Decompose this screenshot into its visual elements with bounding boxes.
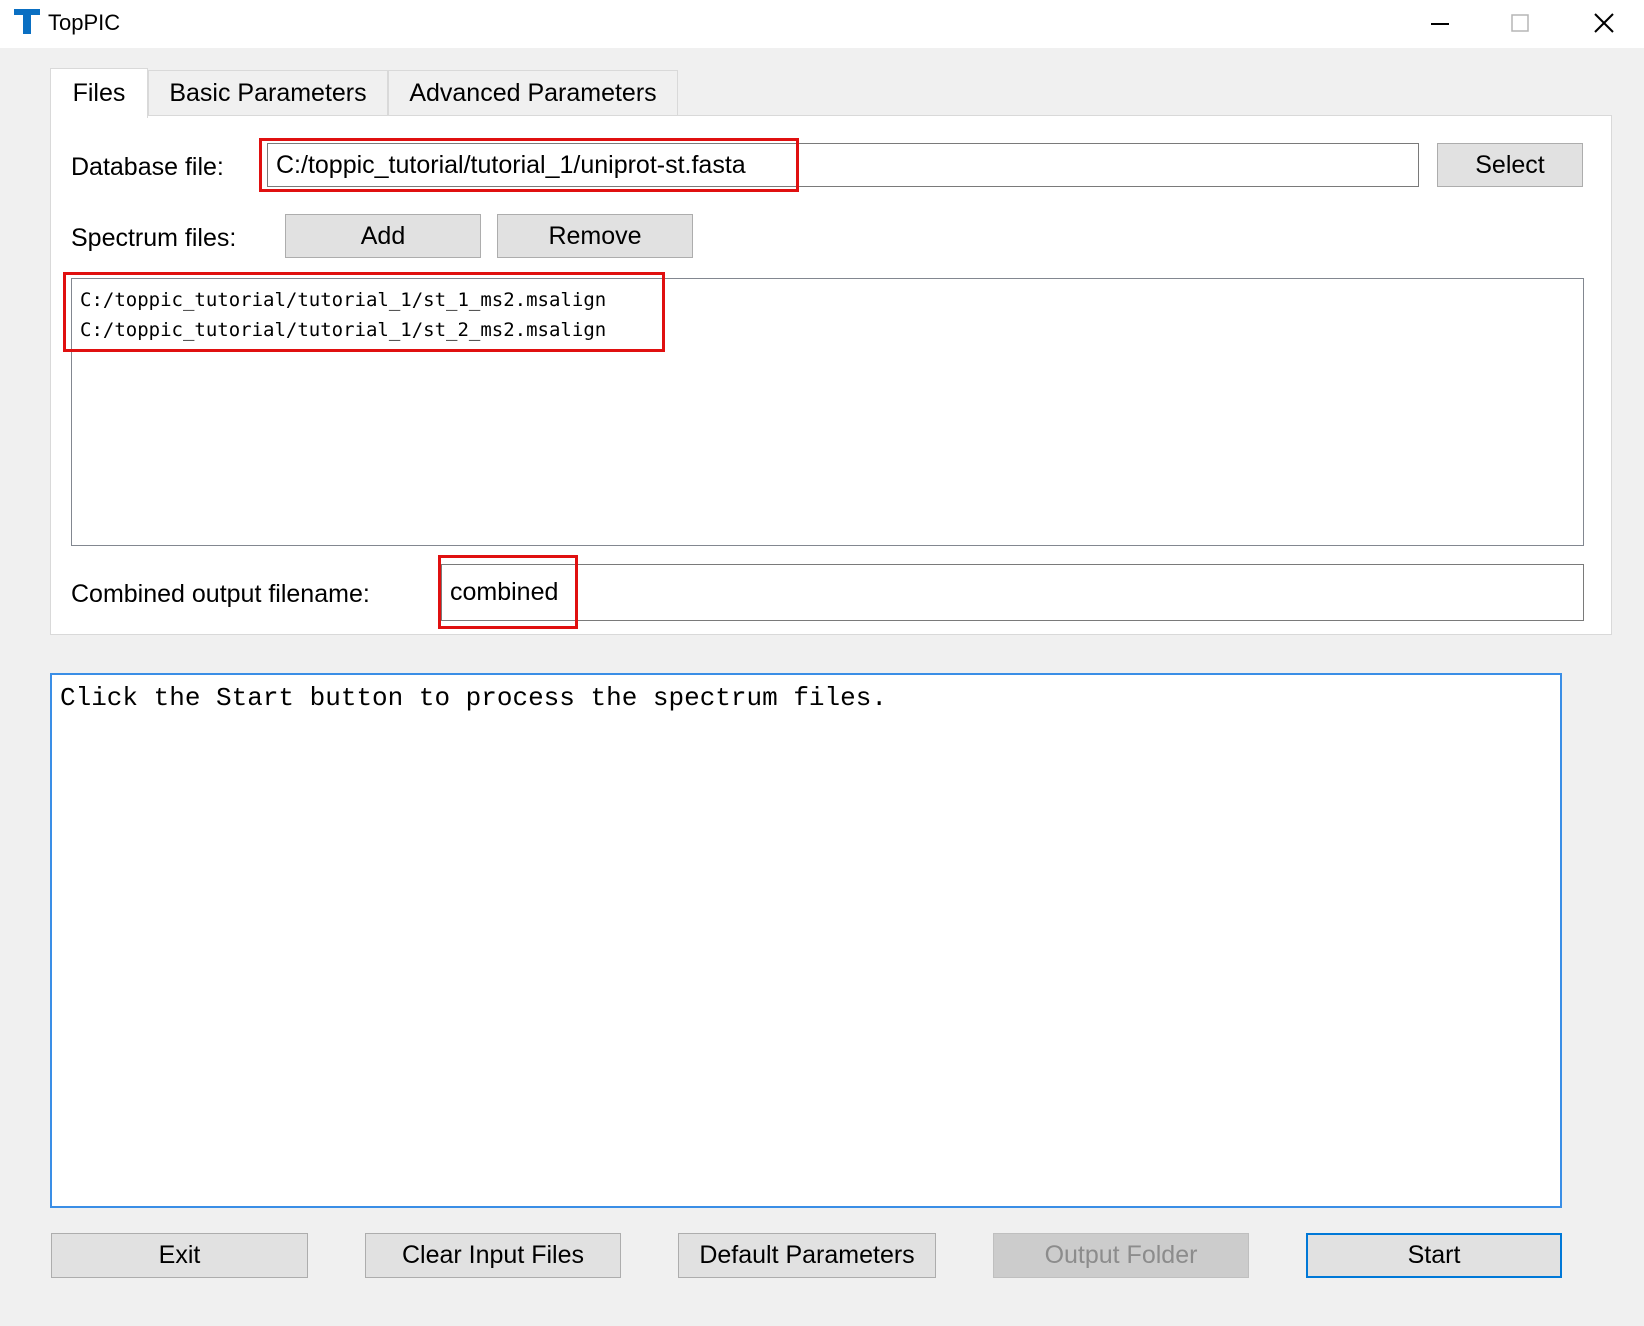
database-file-input[interactable]: C:/toppic_tutorial/tutorial_1/uniprot-st… xyxy=(267,143,1419,187)
tab-advanced-parameters[interactable]: Advanced Parameters xyxy=(388,70,678,116)
combined-output-label: Combined output filename: xyxy=(71,580,370,608)
exit-button[interactable]: Exit xyxy=(51,1233,308,1278)
clear-input-files-button[interactable]: Clear Input Files xyxy=(365,1233,621,1278)
remove-button[interactable]: Remove xyxy=(497,214,693,258)
spectrum-files-label: Spectrum files: xyxy=(71,224,237,252)
spectrum-files-list[interactable]: C:/toppic_tutorial/tutorial_1/st_1_ms2.m… xyxy=(71,278,1584,546)
close-icon xyxy=(1594,13,1614,33)
default-parameters-button[interactable]: Default Parameters xyxy=(678,1233,936,1278)
files-panel: Database file: C:/toppic_tutorial/tutori… xyxy=(50,115,1612,635)
log-output[interactable]: Click the Start button to process the sp… xyxy=(50,673,1562,1208)
output-folder-button[interactable]: Output Folder xyxy=(993,1233,1249,1278)
select-button[interactable]: Select xyxy=(1437,143,1583,187)
combined-output-input[interactable]: combined xyxy=(441,564,1584,621)
title-bar: TopPIC xyxy=(0,0,1644,48)
database-file-label: Database file: xyxy=(71,153,224,181)
minimize-icon xyxy=(1431,23,1449,25)
list-item[interactable]: C:/toppic_tutorial/tutorial_1/st_2_ms2.m… xyxy=(72,315,1583,345)
tab-files[interactable]: Files xyxy=(50,68,148,118)
tab-basic-parameters[interactable]: Basic Parameters xyxy=(148,70,388,116)
minimize-button[interactable] xyxy=(1400,0,1480,46)
list-item[interactable]: C:/toppic_tutorial/tutorial_1/st_1_ms2.m… xyxy=(72,285,1583,315)
window-title: TopPIC xyxy=(48,10,121,35)
toppic-logo-icon xyxy=(14,9,40,34)
maximize-icon xyxy=(1511,14,1529,32)
maximize-button[interactable] xyxy=(1480,0,1560,46)
add-button[interactable]: Add xyxy=(285,214,481,258)
start-button[interactable]: Start xyxy=(1306,1233,1562,1278)
close-button[interactable] xyxy=(1564,0,1644,46)
